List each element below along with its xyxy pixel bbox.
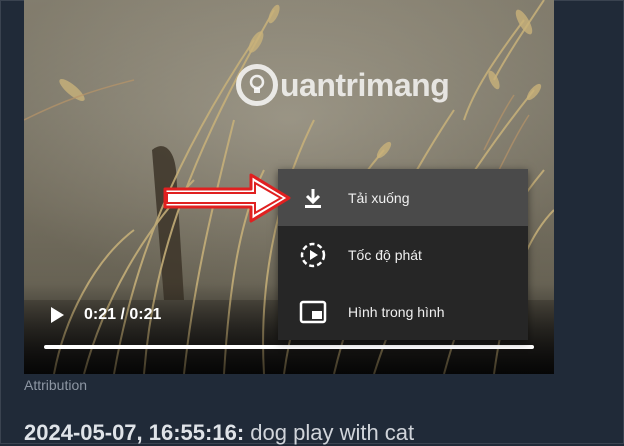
attribution-link[interactable]: Attribution bbox=[24, 377, 87, 393]
menu-item-picture-in-picture[interactable]: Hình trong hình bbox=[278, 283, 528, 340]
download-icon bbox=[299, 184, 327, 212]
progress-bar[interactable] bbox=[44, 345, 534, 349]
menu-item-label: Tải xuống bbox=[348, 189, 410, 206]
time-display: 0:21 / 0:21 bbox=[84, 306, 162, 323]
lightbulb-icon bbox=[236, 64, 278, 106]
caption-text: dog play with cat bbox=[250, 420, 415, 445]
picture-in-picture-icon bbox=[299, 298, 327, 326]
watermark-logo: uantrimang bbox=[236, 64, 450, 106]
context-menu: Tải xuống Tốc độ phát Hình trong hình bbox=[278, 169, 528, 340]
menu-item-download[interactable]: Tải xuống bbox=[278, 169, 528, 226]
menu-item-label: Tốc độ phát bbox=[348, 246, 422, 263]
menu-item-label: Hình trong hình bbox=[348, 303, 445, 320]
caption-timestamp: 2024-05-07, 16:55:16: bbox=[24, 420, 245, 445]
menu-item-playback-speed[interactable]: Tốc độ phát bbox=[278, 226, 528, 283]
watermark-text: uantrimang bbox=[280, 66, 450, 103]
caption: 2024-05-07, 16:55:16: dog play with cat bbox=[24, 420, 414, 446]
playback-speed-icon bbox=[299, 241, 327, 269]
red-arrow-annotation bbox=[163, 173, 291, 223]
play-icon[interactable] bbox=[48, 306, 66, 324]
